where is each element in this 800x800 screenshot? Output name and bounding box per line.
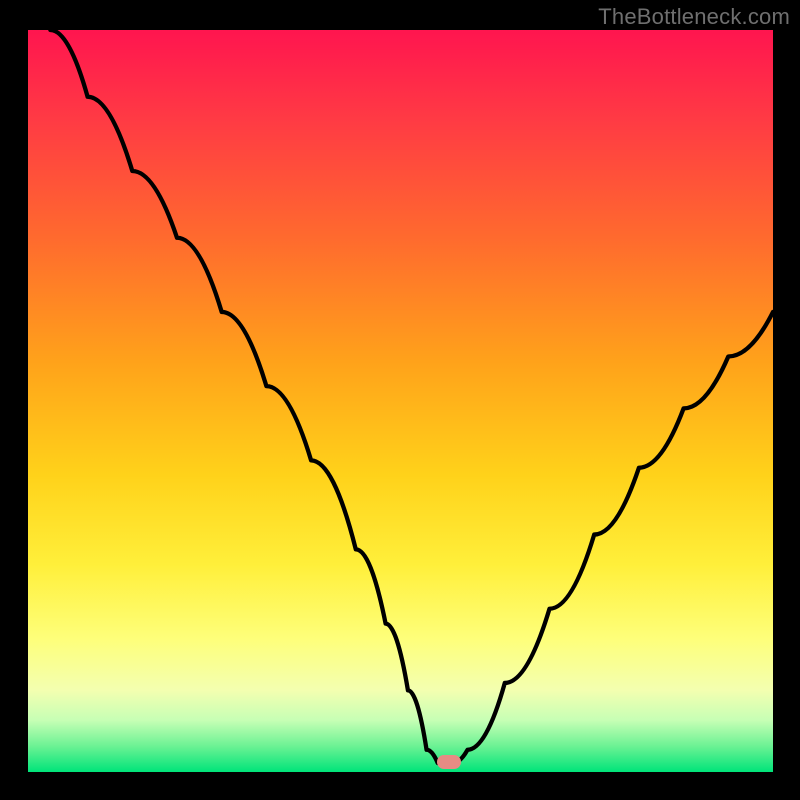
plot-area (28, 30, 773, 772)
chart-frame: TheBottleneck.com (0, 0, 800, 800)
curve-path (50, 30, 773, 763)
watermark-text: TheBottleneck.com (598, 4, 790, 30)
bottleneck-curve (28, 30, 773, 772)
optimum-marker (437, 755, 461, 769)
